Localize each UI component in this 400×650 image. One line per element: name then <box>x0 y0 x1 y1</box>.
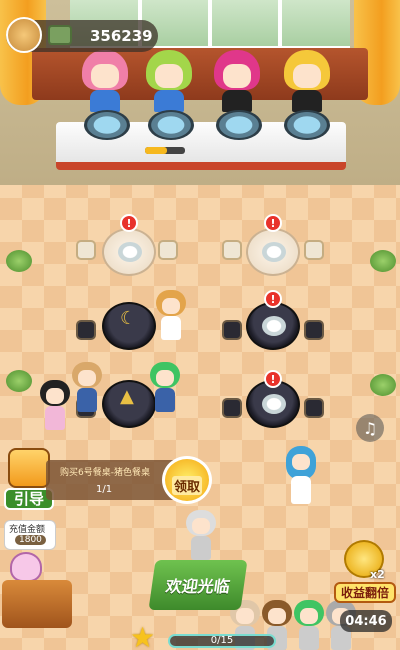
chair <box>76 240 96 260</box>
potted-plant <box>6 370 32 392</box>
recharge-value: 1800 <box>15 535 46 545</box>
queue-count: 0/15 <box>210 635 234 646</box>
coin-value: 356239 <box>90 27 153 45</box>
chair <box>222 398 242 418</box>
chef-1[interactable] <box>82 50 128 112</box>
cook-progress-fill <box>145 147 167 154</box>
customer[interactable] <box>186 510 216 560</box>
chair <box>222 320 242 340</box>
chef-4[interactable] <box>284 50 330 112</box>
guide-chest-icon <box>8 448 50 488</box>
customer[interactable] <box>72 362 102 412</box>
alert-icon[interactable]: ! <box>264 214 282 232</box>
alert-icon[interactable]: ! <box>120 214 138 232</box>
task-progress: 1/1 <box>96 484 113 495</box>
alert-icon[interactable]: ! <box>264 370 282 388</box>
game-scene: 356239 ! ! ☾ ! ▲ ! 引导 购买6号餐桌-猪色餐桌 1/1 领取… <box>0 0 400 650</box>
dining-table-5[interactable]: ▲ <box>102 380 156 428</box>
customer[interactable] <box>40 380 70 430</box>
waitress[interactable] <box>156 290 186 340</box>
cash-stack-icon <box>48 25 72 45</box>
double-earnings-label: 收益翻倍 <box>334 582 396 603</box>
stove-4[interactable] <box>284 110 330 140</box>
double-multiplier: x2 <box>370 568 385 581</box>
waitress[interactable] <box>286 446 316 506</box>
customer[interactable] <box>150 362 180 412</box>
music-icon[interactable]: ♫ <box>356 414 384 442</box>
welcome-mat: 欢迎光临 <box>148 560 248 610</box>
double-earnings-button[interactable]: x2 收益翻倍 <box>334 540 396 603</box>
customer[interactable] <box>294 600 324 650</box>
dining-table-2[interactable] <box>246 228 300 276</box>
chair <box>222 240 242 260</box>
chair <box>158 240 178 260</box>
claim-label: 领取 <box>171 476 202 495</box>
chair <box>304 320 324 340</box>
stove-3[interactable] <box>216 110 262 140</box>
welcome-text: 欢迎光临 <box>164 577 232 596</box>
chair <box>304 240 324 260</box>
recharge-label: 充值金额 <box>9 525 46 535</box>
chef-3[interactable] <box>214 50 260 112</box>
alert-icon[interactable]: ! <box>264 290 282 308</box>
chef-2[interactable] <box>146 50 192 112</box>
dining-table-4[interactable] <box>246 302 300 350</box>
claim-button[interactable]: 领取 <box>162 456 212 504</box>
lucky-cat-icon[interactable] <box>10 552 42 582</box>
shop-icon[interactable] <box>2 580 72 628</box>
queue-bar: 0/15 <box>168 634 276 648</box>
dining-table-1[interactable] <box>102 228 156 276</box>
recharge-panel[interactable]: 充值金额 1800 <box>4 520 56 550</box>
chair <box>76 320 96 340</box>
chef-avatar-icon[interactable] <box>6 17 42 53</box>
star-icon: ★ <box>130 621 156 650</box>
potted-plant <box>370 250 396 272</box>
cook-progress-bar <box>145 147 185 154</box>
potted-plant <box>6 250 32 272</box>
chair <box>304 398 324 418</box>
stove-1[interactable] <box>84 110 130 140</box>
potted-plant <box>370 374 396 396</box>
stove-2[interactable] <box>148 110 194 140</box>
task-text: 购买6号餐桌-猪色餐桌 <box>60 468 150 478</box>
timer: 04:46 <box>340 610 392 632</box>
dining-table-3[interactable]: ☾ <box>102 302 156 350</box>
